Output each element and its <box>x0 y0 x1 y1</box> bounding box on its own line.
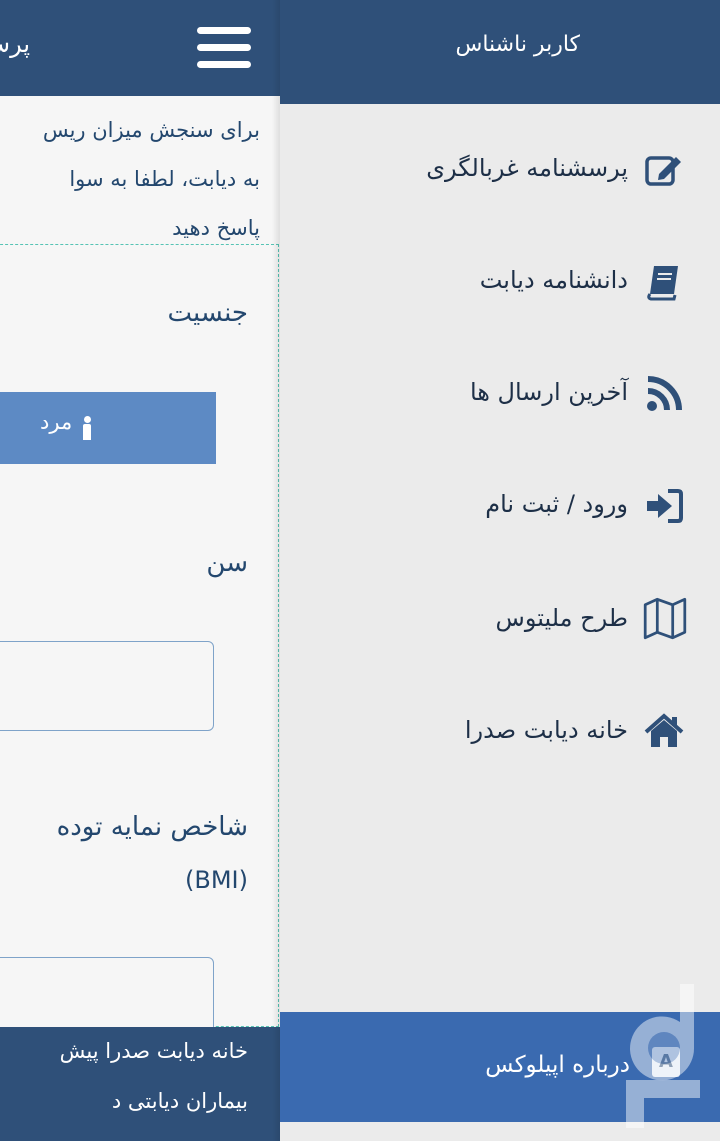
drawer-header: کاربر ناشناس <box>280 0 720 104</box>
home-icon <box>644 713 684 747</box>
about-label: درباره اپیلوکس <box>485 1052 630 1078</box>
intro-text: برای سنجش میزان ریس به دیابت، لطفا به سو… <box>0 106 260 253</box>
page-title: پرس <box>0 30 30 58</box>
footer-line: خانه دیابت صدرا پیش <box>59 1039 248 1063</box>
menu-item-mellitus-plan[interactable]: طرح ملیتوس <box>280 582 720 670</box>
menu-item-label: خانه دیابت صدرا <box>464 716 628 744</box>
footer-banner: خانه دیابت صدرا پیش بیماران دیابتی د <box>0 1027 280 1141</box>
menu-item-label: آخرین ارسال ها <box>469 378 628 406</box>
footer-line: بیماران دیابتی د <box>111 1089 248 1113</box>
menu-icon[interactable] <box>197 27 251 69</box>
rss-icon <box>647 376 682 411</box>
top-app-bar: پرس <box>0 0 280 96</box>
menu-item-diabetes-encyclopedia[interactable]: دانشنامه دیابت <box>280 244 720 332</box>
form-container <box>0 244 279 1027</box>
watermark-logo <box>626 984 700 1128</box>
menu-item-label: ورود / ثبت نام <box>485 490 628 518</box>
bmi-unit: (BMI) <box>185 866 248 894</box>
sign-in-icon <box>647 489 683 523</box>
intro-line: به دیابت، لطفا به سوا <box>69 167 260 191</box>
gender-label: جنسیت <box>167 298 249 328</box>
menu-item-label: طرح ملیتوس <box>495 604 628 632</box>
male-icon <box>82 416 92 440</box>
menu-item-screening-questionnaire[interactable]: پرسشنامه غربالگری <box>280 132 720 220</box>
edit-icon <box>645 156 681 186</box>
map-icon <box>643 597 687 640</box>
menu-item-sadra-diabetes-house[interactable]: خانه دیابت صدرا <box>280 694 720 782</box>
bmi-label: شاخص نمایه توده <box>56 812 248 842</box>
male-button-label: مرد <box>40 410 73 434</box>
navigation-drawer: کاربر ناشناس پرسشنامه غربالگری دانشنامه … <box>280 0 720 1141</box>
menu-item-label: پرسشنامه غربالگری <box>426 154 628 182</box>
intro-line: برای سنجش میزان ریس <box>42 118 260 142</box>
age-label: سن <box>206 548 248 578</box>
main-page: پرس برای سنجش میزان ریس به دیابت، لطفا ب… <box>0 0 280 1141</box>
menu-item-latest-posts[interactable]: آخرین ارسال ها <box>280 356 720 444</box>
book-icon <box>647 266 678 301</box>
age-input[interactable] <box>0 641 214 731</box>
male-button[interactable]: مرد <box>0 392 216 464</box>
menu-item-label: دانشنامه دیابت <box>479 266 628 294</box>
menu-item-login-register[interactable]: ورود / ثبت نام <box>280 468 720 556</box>
username: کاربر ناشناس <box>455 32 580 57</box>
